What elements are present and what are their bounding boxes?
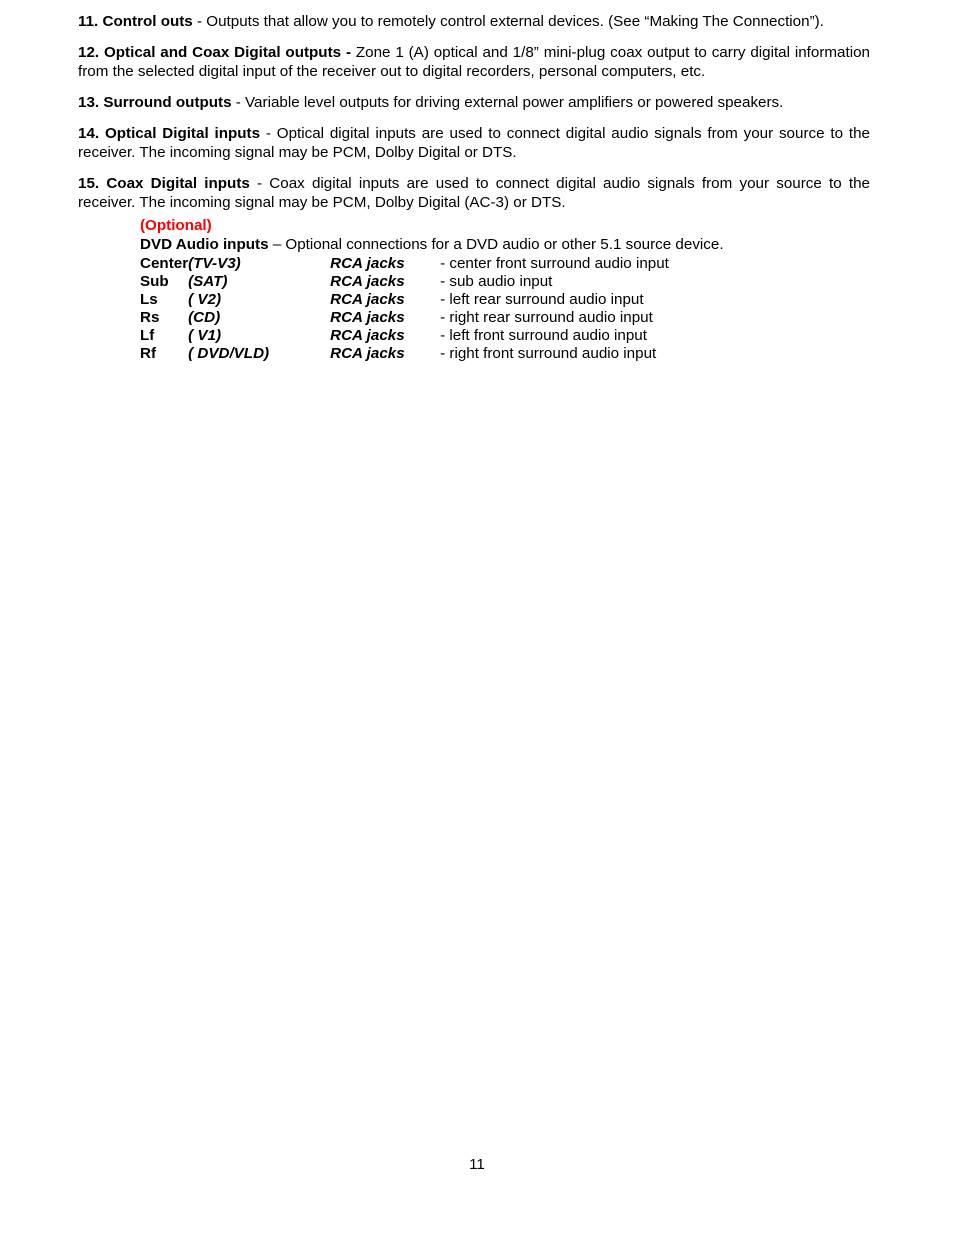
page-content: 11. Control outs - Outputs that allow yo… xyxy=(78,12,870,363)
connector-type: RCA jacks xyxy=(330,291,405,308)
channel-name: Rf xyxy=(140,345,157,362)
paragraph-body: - Variable level outputs for driving ext… xyxy=(231,94,784,111)
paragraph-body: - Outputs that allow you to remotely con… xyxy=(192,13,824,30)
table-row: Sub (SAT) RCA jacks - sub audio input xyxy=(140,273,669,291)
channel-code: (TV-V3) xyxy=(188,255,241,272)
paragraph-lead: 13. Surround outputs xyxy=(78,94,232,111)
channel-code: ( V2) xyxy=(188,291,222,308)
document-page: 11. Control outs - Outputs that allow yo… xyxy=(0,0,954,1235)
paragraph-coax-digital-inputs: 15. Coax Digital inputs - Coax digital i… xyxy=(78,174,870,212)
dvd-audio-inputs-table: Center (TV-V3) RCA jacks - center front … xyxy=(140,255,669,363)
channel-name: Rs xyxy=(140,309,160,326)
channel-description: - left front surround audio input xyxy=(440,327,647,344)
page-number: 11 xyxy=(469,1156,485,1173)
paragraph-surround-outputs: 13. Surround outputs - Variable level ou… xyxy=(78,93,870,112)
paragraph-lead: 15. Coax Digital inputs xyxy=(78,175,250,192)
channel-description: - right rear surround audio input xyxy=(440,309,653,326)
table-row: Center (TV-V3) RCA jacks - center front … xyxy=(140,255,669,273)
table-body: Center (TV-V3) RCA jacks - center front … xyxy=(140,255,669,363)
channel-name: Sub xyxy=(140,273,169,290)
dvd-audio-inputs-heading: DVD Audio inputs – Optional connections … xyxy=(140,235,870,254)
paragraph-lead: 14. Optical Digital inputs xyxy=(78,125,261,142)
paragraph-optical-digital-inputs: 14. Optical Digital inputs - Optical dig… xyxy=(78,124,870,162)
connector-type: RCA jacks xyxy=(330,255,405,272)
channel-name: Lf xyxy=(140,327,155,344)
table-row: Rf ( DVD/VLD) RCA jacks - right front su… xyxy=(140,345,669,363)
paragraph-lead: 12. Optical and Coax Digital outputs - xyxy=(78,44,351,61)
channel-description: - center front surround audio input xyxy=(440,255,669,272)
channel-code: ( V1) xyxy=(188,327,222,344)
table-row: Rs (CD) RCA jacks - right rear surround … xyxy=(140,309,669,327)
table-row: Lf ( V1) RCA jacks - left front surround… xyxy=(140,327,669,345)
dvd-audio-inputs-description: – Optional connections for a DVD audio o… xyxy=(268,236,724,253)
paragraph-control-outs: 11. Control outs - Outputs that allow yo… xyxy=(78,12,870,31)
channel-name: Center xyxy=(140,255,189,272)
paragraph-optical-coax-digital-outputs: 12. Optical and Coax Digital outputs - Z… xyxy=(78,43,870,81)
channel-code: ( DVD/VLD) xyxy=(188,345,270,362)
optional-section: (Optional) DVD Audio inputs – Optional c… xyxy=(140,216,870,363)
dvd-audio-inputs-title: DVD Audio inputs xyxy=(140,236,269,253)
channel-description: - sub audio input xyxy=(440,273,553,290)
table-row: Ls ( V2) RCA jacks - left rear surround … xyxy=(140,291,669,309)
connector-type: RCA jacks xyxy=(330,345,405,362)
channel-description: - left rear surround audio input xyxy=(440,291,644,308)
channel-code: (CD) xyxy=(188,309,221,326)
channel-description: - right front surround audio input xyxy=(440,345,657,362)
channel-name: Ls xyxy=(140,291,158,308)
connector-type: RCA jacks xyxy=(330,273,405,290)
paragraph-lead: 11. Control outs xyxy=(78,13,193,30)
optional-label: (Optional) xyxy=(140,217,212,234)
connector-type: RCA jacks xyxy=(330,327,405,344)
connector-type: RCA jacks xyxy=(330,309,405,326)
channel-code: (SAT) xyxy=(188,273,228,290)
